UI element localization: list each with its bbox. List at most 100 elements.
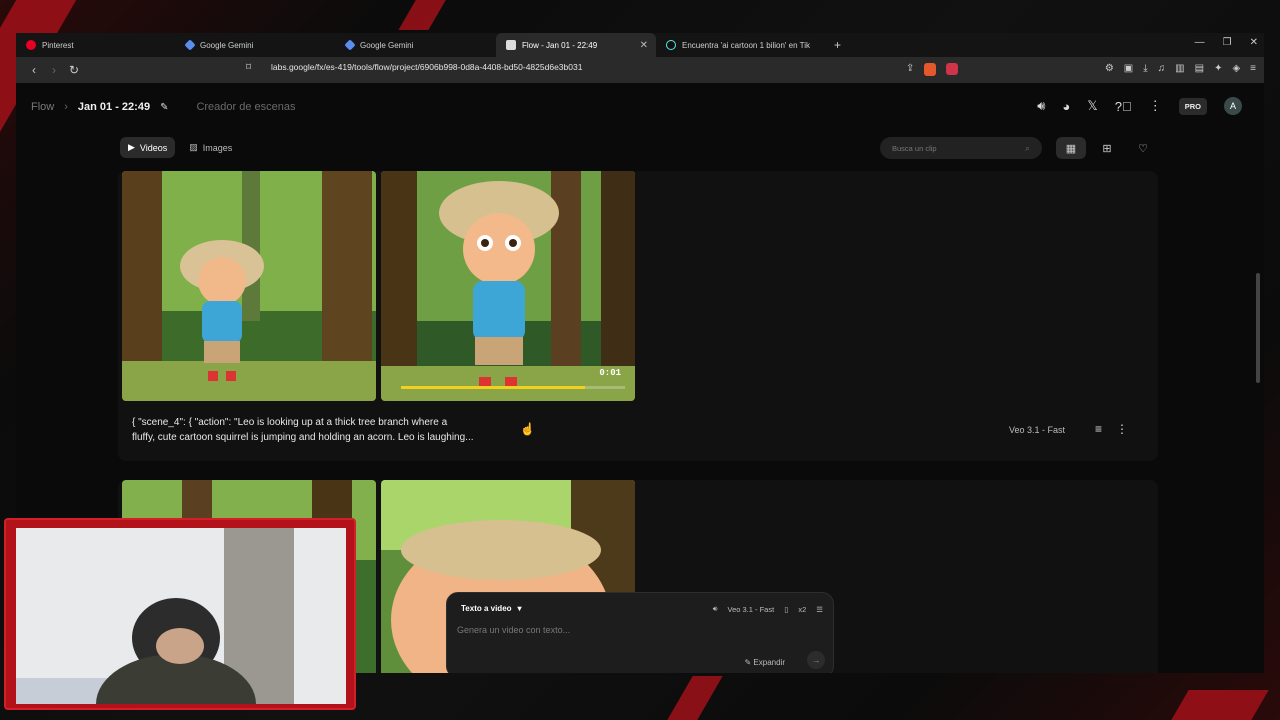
aspect-ratio-icon[interactable]: ▯ xyxy=(784,605,788,614)
music-icon[interactable]: ♫ xyxy=(1158,63,1166,74)
tab-title: Pinterest xyxy=(42,40,74,50)
menu-icon[interactable]: ≡ xyxy=(1250,63,1256,74)
brave-shield-icon[interactable] xyxy=(924,63,937,76)
sparkle-icon: ✎ xyxy=(744,658,752,667)
tab-flow[interactable]: Flow - Jan 01 - 22:49 ✕ xyxy=(496,33,656,57)
more-vertical-icon[interactable]: ⋮ xyxy=(1116,422,1128,436)
mode-label: Texto a video xyxy=(461,604,512,613)
view-toggles: ▦ ⊞ ♡ xyxy=(1056,137,1158,159)
extensions-icon[interactable]: ⚙ xyxy=(1105,63,1114,74)
expand-label: Expandir xyxy=(753,658,785,667)
chevron-down-icon: ▾ xyxy=(517,604,522,613)
scrollbar[interactable] xyxy=(1256,273,1260,383)
header-actions: 🔊︎ ◕ 𝕏 ?⃝ ⋮ PRO A xyxy=(1037,97,1242,115)
clip-search: ⌕ xyxy=(880,137,1042,159)
breadcrumb: Flow › Jan 01 - 22:49 ✎ Creador de escen… xyxy=(31,101,296,113)
avatar[interactable]: A xyxy=(1224,97,1242,115)
tab-gemini-2[interactable]: Google Gemini xyxy=(336,33,496,57)
clip-thumbnail-playing[interactable]: 0:01 xyxy=(381,171,635,401)
clip-card: 0:01 { "scene_4": { "action": "Leo is lo… xyxy=(118,171,1158,461)
prompt-input[interactable] xyxy=(457,625,817,635)
pro-badge: PRO xyxy=(1178,97,1207,115)
send-button[interactable]: → xyxy=(807,651,825,669)
project-title: Jan 01 - 22:49 xyxy=(77,101,151,113)
browser-toolbar: ‹ › ↻ ⌑ labs.google/fx/es-419/tools/flow… xyxy=(16,57,1264,83)
discord-icon[interactable]: ◕ xyxy=(1062,99,1070,114)
grid-small-icon[interactable]: ⊞ xyxy=(1092,137,1122,159)
back-icon[interactable]: ‹ xyxy=(24,63,44,77)
flow-icon xyxy=(506,40,516,50)
image-icon: ▨ xyxy=(189,142,198,152)
screenshot-icon[interactable]: ▣ xyxy=(1124,63,1133,74)
brave-rewards-icon[interactable] xyxy=(946,63,959,75)
grid-large-icon[interactable]: ▦ xyxy=(1056,137,1086,159)
tab-tiktok[interactable]: Encuentra 'ai cartoon 1 bilion' en Tik xyxy=(656,33,826,57)
breadcrumb-flow[interactable]: Flow xyxy=(31,101,54,113)
decor-stripe xyxy=(1171,690,1269,720)
pinterest-icon xyxy=(26,40,36,50)
filter-label: Images xyxy=(202,142,233,153)
prompt-composer: Texto a video ▾ 🔊︎ Veo 3.1 - Fast ▯ x2 ☰… xyxy=(446,592,834,673)
tab-title: Google Gemini xyxy=(360,40,414,50)
share-icon[interactable]: ⇪ xyxy=(906,63,914,76)
heart-icon[interactable]: ♡ xyxy=(1128,137,1158,159)
tab-strip: Pinterest Google Gemini Google Gemini Fl… xyxy=(16,33,1264,57)
clip-prompt-text: { "scene_4": { "action": "Leo is looking… xyxy=(132,415,512,445)
settings-sliders-icon[interactable]: ☰ xyxy=(816,605,823,614)
tiktok-icon xyxy=(666,40,676,50)
minimize-icon[interactable]: — xyxy=(1195,37,1205,48)
clip-prompt-line: fluffy, cute cartoon squirrel is jumping… xyxy=(132,432,474,443)
webcam-feed xyxy=(16,528,346,704)
new-tab-button[interactable]: + xyxy=(826,38,849,52)
reload-icon[interactable]: ↻ xyxy=(64,63,84,77)
sidebar-icon[interactable]: ▥ xyxy=(1175,63,1184,74)
close-icon[interactable]: ✕ xyxy=(640,40,648,51)
model-selector[interactable]: Veo 3.1 - Fast xyxy=(728,605,775,614)
tab-title: Flow - Jan 01 - 22:49 xyxy=(522,40,598,50)
mouse-cursor: ☝ xyxy=(520,422,535,436)
tab-gemini-1[interactable]: Google Gemini xyxy=(176,33,336,57)
search-input[interactable] xyxy=(892,143,1012,153)
output-count[interactable]: x2 xyxy=(798,605,806,614)
restore-icon[interactable]: ❐ xyxy=(1223,37,1232,48)
clip-progress-bar[interactable] xyxy=(401,386,625,389)
volume-icon[interactable]: 🔊︎ xyxy=(1037,98,1045,114)
tab-title: Google Gemini xyxy=(200,40,254,50)
tab-pinterest[interactable]: Pinterest xyxy=(16,33,176,57)
more-vertical-icon[interactable]: ⋮ xyxy=(1149,98,1162,114)
x-icon[interactable]: 𝕏 xyxy=(1087,98,1097,114)
clip-progress-fill xyxy=(401,386,585,389)
gemini-icon xyxy=(344,39,356,51)
gemini-icon xyxy=(184,39,196,51)
generation-settings: 🔊︎ Veo 3.1 - Fast ▯ x2 ☰ xyxy=(713,604,823,614)
wallet-icon[interactable]: ▤ xyxy=(1195,63,1204,74)
clip-thumbnail[interactable] xyxy=(122,171,376,401)
expand-button[interactable]: ✎ Expandir xyxy=(744,658,785,667)
scene-builder-link[interactable]: Creador de escenas xyxy=(196,101,295,113)
toolbar-extensions: ⚙ ▣ ⤓ ♫ ▥ ▤ ✦ ◈ ≡ xyxy=(1105,63,1256,74)
filter-images[interactable]: ▨ Images xyxy=(181,137,240,158)
video-camera-icon: ▶ xyxy=(128,142,135,152)
download-icon[interactable]: ⤓ xyxy=(1143,63,1147,74)
clip-timecode: 0:01 xyxy=(599,368,621,378)
clip-actions: ≡ ⋮ xyxy=(1095,422,1128,436)
help-icon[interactable]: ?⃝ xyxy=(1115,99,1132,114)
forward-icon[interactable]: › xyxy=(44,63,64,77)
vpn-icon[interactable]: ◈ xyxy=(1232,63,1240,74)
audio-icon[interactable]: 🔊︎ xyxy=(713,604,718,614)
edit-pencil-icon[interactable]: ✎ xyxy=(160,102,168,113)
filter-label: Videos xyxy=(139,142,168,153)
bookmark-icon[interactable]: ⌑ xyxy=(246,62,251,73)
window-controls: — ❐ ✕ xyxy=(1195,37,1258,48)
mode-dropdown[interactable]: Texto a video ▾ xyxy=(461,604,522,613)
filter-videos[interactable]: ▶ Videos xyxy=(120,137,176,158)
webcam-overlay xyxy=(4,518,356,710)
search-icon: ⌕ xyxy=(1024,142,1030,153)
clip-prompt-line: { "scene_4": { "action": "Leo is looking… xyxy=(132,417,448,428)
close-window-icon[interactable]: ✕ xyxy=(1250,37,1258,48)
media-filter: ▶ Videos ▨ Images xyxy=(120,137,240,158)
decor-stripe xyxy=(667,676,723,720)
reuse-prompt-icon[interactable]: ≡ xyxy=(1095,422,1102,436)
url-bar[interactable]: labs.google/fx/es-419/tools/flow/project… xyxy=(271,62,582,72)
leo-ai-icon[interactable]: ✦ xyxy=(1214,63,1222,74)
